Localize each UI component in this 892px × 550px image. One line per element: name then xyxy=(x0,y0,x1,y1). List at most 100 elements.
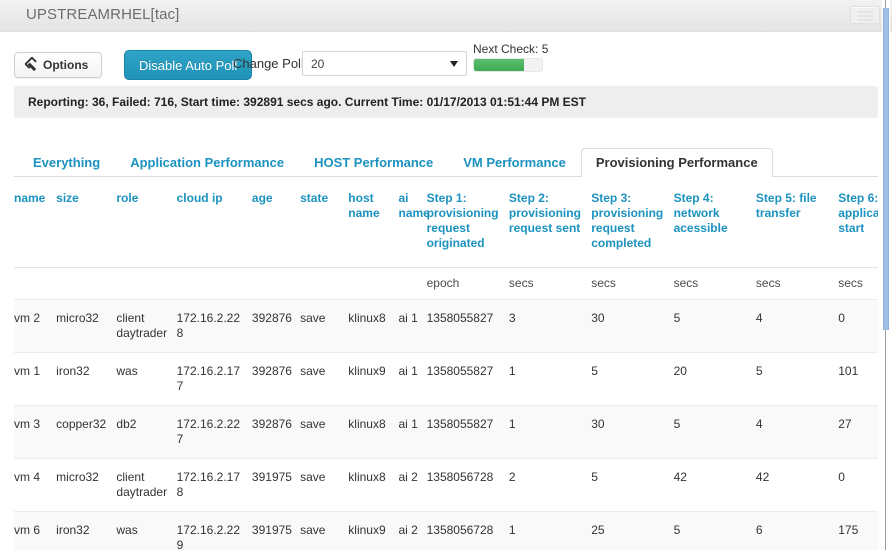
cell-step3: 5 xyxy=(591,352,674,406)
cell-step2: 1 xyxy=(508,511,592,550)
column-header-age[interactable]: age xyxy=(251,179,301,268)
cell-host-name: klinux9 xyxy=(348,352,399,406)
column-header-cloud-ip[interactable]: cloud ip xyxy=(176,179,252,268)
unit-cell: secs xyxy=(838,267,878,300)
cell-step1: 1358056728 xyxy=(426,511,509,550)
table-row[interactable]: vm 4 micro32 client daytrader 172.16.2.178 3… xyxy=(14,458,878,512)
tab-label: Provisioning Performance xyxy=(595,155,758,170)
table-body: epochsecssecssecssecssecsepochvm 2micro3… xyxy=(14,267,878,550)
chevron-down-icon xyxy=(450,61,458,67)
tab-application-performance[interactable]: Application Performance xyxy=(115,148,299,177)
next-check-group: Next Check: 5 xyxy=(473,42,548,72)
cell-size: iron32 xyxy=(56,511,117,550)
cell-step1: 1358056728 xyxy=(426,458,509,512)
cell-step2: 1 xyxy=(508,405,592,459)
cell-step4: 5 xyxy=(673,299,756,353)
cell-step5: 5 xyxy=(755,352,839,406)
tab-provisioning-performance[interactable]: Provisioning Performance xyxy=(580,148,773,177)
cell-step4: 5 xyxy=(673,511,756,550)
table-row[interactable]: vm 1 iron32 was 172.16.2.177 392876 save klinu… xyxy=(14,352,878,406)
cell-name: vm 3 xyxy=(14,405,57,459)
unit-cell xyxy=(398,267,427,300)
cell-cloud-ip: 172.16.2.228 xyxy=(176,299,252,353)
cell-state: save xyxy=(300,352,349,406)
cell-step2: 3 xyxy=(508,299,592,353)
column-header-host-name[interactable]: host name xyxy=(348,179,399,268)
cell-host-name: klinux9 xyxy=(348,511,399,550)
column-header-step-3-provisioning-request-completed[interactable]: Step 3: provisioning request completed xyxy=(591,179,674,268)
column-header-step-2-provisioning-request-sent[interactable]: Step 2: provisioning request sent xyxy=(508,179,592,268)
cell-age: 391975 xyxy=(251,511,301,550)
cell-role: was xyxy=(116,511,177,550)
column-header-step-5-file-transfer[interactable]: Step 5: file transfer xyxy=(755,179,839,268)
unit-cell xyxy=(176,267,252,300)
cell-ai-name: ai 1 xyxy=(398,299,427,353)
cell-role: db2 xyxy=(116,405,177,459)
cell-name: vm 2 xyxy=(14,299,57,353)
tab-host-performance[interactable]: HOST Performance xyxy=(299,148,448,177)
cell-age: 392876 xyxy=(251,352,301,406)
options-button-label: Options xyxy=(43,58,89,72)
cell-ai-name: ai 2 xyxy=(398,511,427,550)
cell-age: 391975 xyxy=(251,458,301,512)
unit-cell xyxy=(116,267,177,300)
window-restore-button[interactable] xyxy=(850,6,880,24)
column-header-step-4-network-acessible[interactable]: Step 4: network acessible xyxy=(673,179,756,268)
tab-label: Application Performance xyxy=(130,155,285,170)
cell-name: vm 4 xyxy=(14,458,57,512)
column-header-name[interactable]: name xyxy=(14,179,57,268)
cell-step5: 4 xyxy=(755,299,839,353)
tab-everything[interactable]: Everything xyxy=(18,148,115,177)
column-header-state[interactable]: state xyxy=(300,179,349,268)
disable-auto-poll-label: Disable Auto Poll xyxy=(139,57,238,73)
application-window: UPSTREAMRHEL[tac] Options Disable Auto P… xyxy=(0,0,892,550)
cell-state: save xyxy=(300,299,349,353)
reporting-status-text: Reporting: 36, Failed: 716, Start time: … xyxy=(28,95,587,109)
cell-role: client daytrader xyxy=(116,299,177,353)
column-header-step-6-application-start[interactable]: Step 6: application start xyxy=(838,179,878,268)
options-button[interactable]: Options xyxy=(14,52,103,78)
table-row[interactable]: vm 3 copper32 db2 172.16.2.227 392876 save kli… xyxy=(14,405,878,459)
vertical-scrollbar[interactable] xyxy=(882,0,890,550)
cell-step2: 1 xyxy=(508,352,592,406)
cell-step6: 175 xyxy=(838,511,878,550)
column-header-step-1-provisioning-request-originated[interactable]: Step 1: provisioning request originated xyxy=(426,179,509,268)
cell-cloud-ip: 172.16.2.229 xyxy=(176,511,252,550)
tab-vm-performance[interactable]: VM Performance xyxy=(448,148,581,177)
table-units-row: epochsecssecssecssecssecsepoch xyxy=(14,267,878,300)
unit-cell xyxy=(14,267,57,300)
poll-interval-select[interactable]: 20 xyxy=(302,51,467,76)
unit-cell xyxy=(300,267,349,300)
column-header-size[interactable]: size xyxy=(56,179,117,268)
wrench-icon xyxy=(23,57,39,73)
cell-state: save xyxy=(300,405,349,459)
cell-role: client daytrader xyxy=(116,458,177,512)
cell-step3: 30 xyxy=(591,299,674,353)
cell-host-name: klinux8 xyxy=(348,405,399,459)
tab-bar: Everything Application Performance HOST Pe… xyxy=(14,148,878,177)
cell-size: iron32 xyxy=(56,352,117,406)
unit-cell xyxy=(348,267,399,300)
column-header-ai-name[interactable]: ai name xyxy=(398,179,430,268)
toolbar: Options Disable Auto Poll Change Poll: 2… xyxy=(14,42,878,90)
cell-cloud-ip: 172.16.2.227 xyxy=(176,405,252,459)
cell-size: micro32 xyxy=(56,458,117,512)
unit-cell xyxy=(251,267,301,300)
cell-step4: 5 xyxy=(673,405,756,459)
cell-step3: 5 xyxy=(591,458,674,512)
unit-cell: secs xyxy=(508,267,592,300)
scrollbar-thumb[interactable] xyxy=(883,8,889,330)
cell-ai-name: ai 2 xyxy=(398,458,427,512)
cell-ai-name: ai 1 xyxy=(398,352,427,406)
cell-age: 392876 xyxy=(251,405,301,459)
cell-state: save xyxy=(300,458,349,512)
cell-role: was xyxy=(116,352,177,406)
table-header: name size role cloud ip age state host name ai … xyxy=(14,179,878,268)
cell-step5: 6 xyxy=(755,511,839,550)
table-row[interactable]: vm 2 micro32 client daytrader 172.16.2.228 3… xyxy=(14,299,878,353)
cell-age: 392876 xyxy=(251,299,301,353)
table-row[interactable]: vm 6 iron32 was 172.16.2.229 391975 save klinu… xyxy=(14,511,878,550)
column-header-role[interactable]: role xyxy=(116,179,177,268)
window-restore-icon xyxy=(857,11,873,13)
cell-size: copper32 xyxy=(56,405,117,459)
